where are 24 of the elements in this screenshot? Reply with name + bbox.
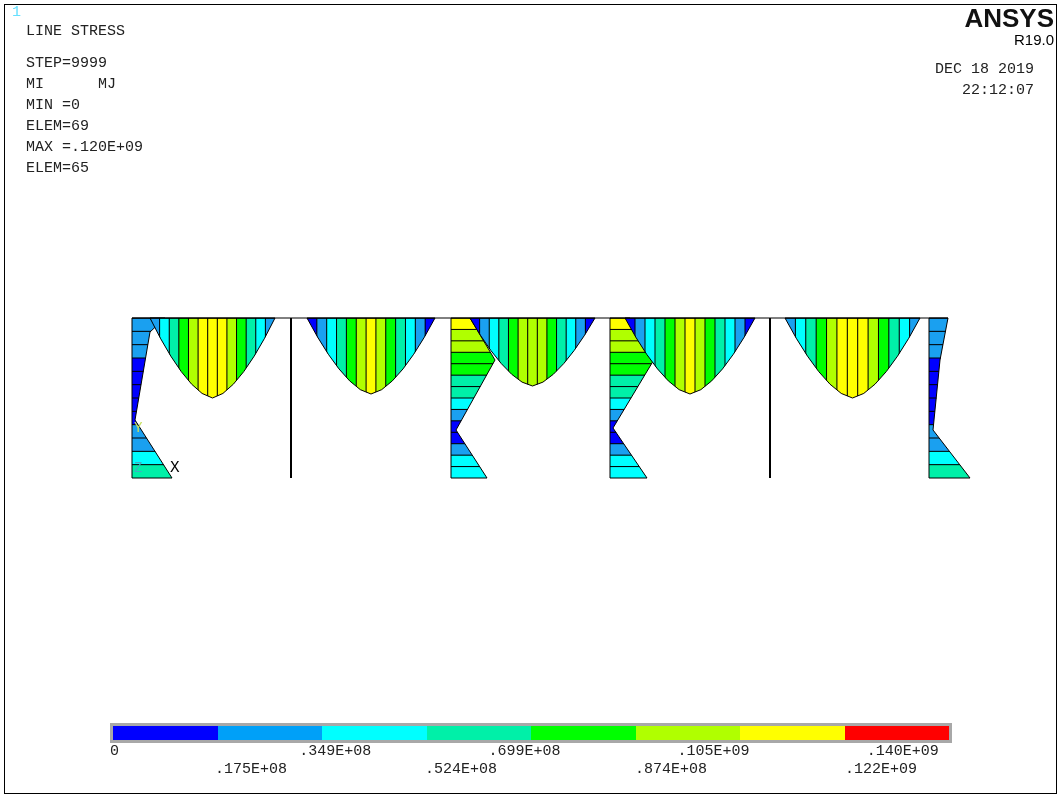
legend-label: .524E+08 (425, 761, 498, 779)
version-label: R19.0 (1013, 31, 1054, 48)
info-line: MAX =.120E+09 (26, 138, 144, 158)
legend-label: 0 (110, 743, 120, 761)
legend-label: .105E+09 (677, 743, 751, 761)
info-line: ELEM=69 (26, 117, 90, 137)
y-axis-label: Y (134, 420, 143, 436)
legend-label: .140E+09 (866, 743, 940, 761)
legend-label: .699E+08 (488, 743, 562, 761)
date-label: DEC 18 2019 (934, 60, 1034, 80)
legend-label: .175E+08 (215, 761, 288, 779)
info-line: STEP=9999 (26, 54, 108, 74)
info-line: ELEM=65 (26, 159, 90, 179)
info-line: MI MJ (26, 75, 117, 95)
legend-label: .349E+08 (299, 743, 373, 761)
legend-label: .874E+08 (635, 761, 708, 779)
time-label: 22:12:07 (962, 81, 1034, 101)
x-axis-label: X (170, 459, 180, 477)
logo: ANSYS (964, 5, 1054, 31)
window-number: 1 (12, 5, 22, 21)
legend-label: .122E+09 (845, 761, 918, 779)
z-axis-label: Z (134, 460, 143, 476)
plot-title: LINE STRESS (26, 22, 127, 42)
info-line: MIN =0 (26, 96, 81, 116)
